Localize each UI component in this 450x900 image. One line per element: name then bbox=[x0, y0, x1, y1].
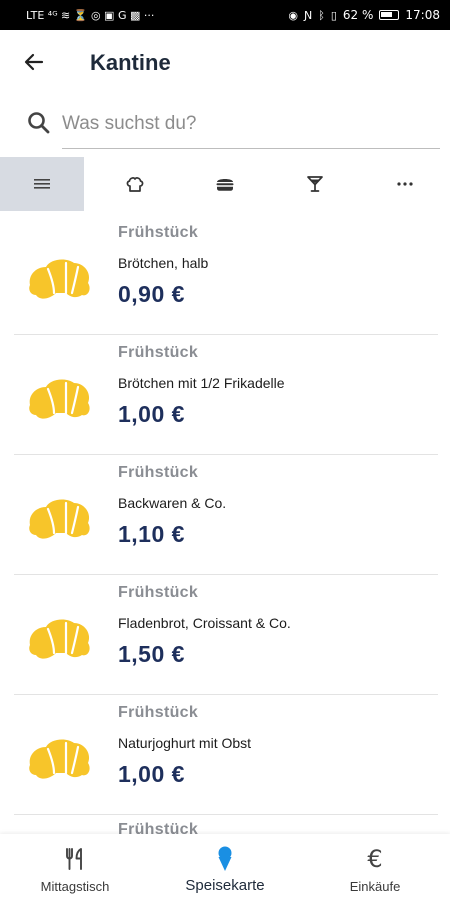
nav-label-mittagstisch: Mittagstisch bbox=[40, 879, 110, 894]
menu-item[interactable]: Frühstück Naturjoghurt mit Obst 1,00 € bbox=[0, 695, 450, 815]
menu-item-category: Frühstück bbox=[118, 344, 199, 361]
menu-item[interactable]: Frühstück Brötchen mit 1/2 Frikadelle 1,00… bbox=[0, 335, 450, 455]
menu-list: Frühstück Brötchen, halb 0,90 € Frühstück Br… bbox=[0, 215, 450, 835]
menu-item[interactable]: Frühstück Brötchen, halb 0,90 € bbox=[0, 215, 450, 335]
tab-more[interactable] bbox=[360, 157, 450, 211]
category-tabs bbox=[0, 157, 450, 211]
menu-item-category: Frühstück bbox=[118, 464, 199, 481]
croissant-icon bbox=[26, 375, 94, 423]
burger-icon bbox=[216, 179, 234, 191]
more-icon bbox=[397, 182, 413, 186]
search-icon[interactable] bbox=[26, 110, 52, 136]
status-bar-left: LTE ⁴ᴳ ≋ ⏳ ◎ ▣ G ▩ ··· bbox=[26, 10, 154, 21]
status-bar-right: ◉ Ɲ ᛒ ▯ 62 % 17:08 bbox=[288, 8, 440, 22]
status-bar: LTE ⁴ᴳ ≋ ⏳ ◎ ▣ G ▩ ··· ◉ Ɲ ᛒ ▯ 62 % 17:0… bbox=[0, 0, 450, 30]
nav-label-einkaeufe: Einkäufe bbox=[349, 879, 401, 894]
ice-cream-icon bbox=[211, 845, 239, 873]
nfc-icon: Ɲ bbox=[304, 8, 313, 22]
croissant-icon bbox=[26, 615, 94, 663]
menu-item-category: Frühstück bbox=[118, 584, 199, 601]
menu-item-price: 1,00 € bbox=[118, 401, 185, 427]
menu-item-name: Fladenbrot, Croissant & Co. bbox=[118, 615, 291, 631]
clock: 17:08 bbox=[405, 8, 440, 22]
search-underline bbox=[62, 148, 440, 149]
cutlery-icon bbox=[61, 845, 89, 873]
menu-item[interactable]: Frühstück Fladenbrot, Croissant & Co. 1,50… bbox=[0, 575, 450, 695]
vibrate-icon: ▯ bbox=[330, 8, 337, 22]
croissant-icon bbox=[26, 495, 94, 543]
status-icons: LTE ⁴ᴳ ≋ ⏳ ◎ ▣ G ▩ ··· bbox=[26, 8, 155, 22]
croissant-icon bbox=[26, 735, 94, 783]
menu-item-category: Frühstück bbox=[118, 224, 199, 241]
menu-item[interactable]: Frühstück bbox=[0, 815, 450, 835]
nav-speisekarte[interactable]: Speisekarte bbox=[150, 834, 300, 900]
menu-item-price: 1,00 € bbox=[118, 761, 185, 787]
arrow-left-icon bbox=[24, 53, 44, 71]
tab-food[interactable] bbox=[90, 157, 180, 211]
euro-icon: € bbox=[367, 845, 383, 873]
menu-item-name: Backwaren & Co. bbox=[118, 495, 227, 511]
menu-lines-icon bbox=[34, 179, 50, 189]
nav-einkaeufe[interactable]: € Einkäufe bbox=[300, 834, 450, 900]
chef-hat-icon bbox=[126, 177, 144, 192]
menu-item-category: Frühstück bbox=[118, 704, 199, 721]
menu-item-price: 1,10 € bbox=[118, 521, 185, 547]
tab-all[interactable] bbox=[0, 157, 84, 211]
battery-icon bbox=[379, 10, 400, 20]
search-bar bbox=[20, 96, 440, 150]
tab-snacks[interactable] bbox=[180, 157, 270, 211]
battery-percentage: 62 % bbox=[342, 8, 374, 22]
page-title: Kantine bbox=[90, 50, 171, 75]
tab-drinks[interactable] bbox=[270, 157, 360, 211]
menu-item-name: Naturjoghurt mit Obst bbox=[118, 735, 252, 751]
bottom-navigation: Mittagstisch Speisekarte € Einkäufe bbox=[0, 834, 450, 900]
cocktail-icon bbox=[307, 176, 323, 192]
eye-icon: ◉ bbox=[288, 8, 298, 22]
menu-item[interactable]: Frühstück Backwaren & Co. 1,10 € bbox=[0, 455, 450, 575]
app-bar: Kantine bbox=[0, 30, 450, 94]
search-input[interactable] bbox=[62, 104, 440, 144]
nav-label-speisekarte: Speisekarte bbox=[185, 877, 265, 894]
nav-mittagstisch[interactable]: Mittagstisch bbox=[0, 834, 150, 900]
bluetooth-icon: ᛒ bbox=[318, 8, 325, 22]
croissant-icon bbox=[26, 255, 94, 303]
menu-item-price: 1,50 € bbox=[118, 641, 185, 667]
menu-item-name: Brötchen mit 1/2 Frikadelle bbox=[118, 375, 285, 391]
menu-item-category: Frühstück bbox=[118, 821, 199, 835]
menu-item-name: Brötchen, halb bbox=[118, 255, 209, 271]
back-button[interactable] bbox=[20, 48, 48, 76]
menu-item-price: 0,90 € bbox=[118, 281, 185, 307]
